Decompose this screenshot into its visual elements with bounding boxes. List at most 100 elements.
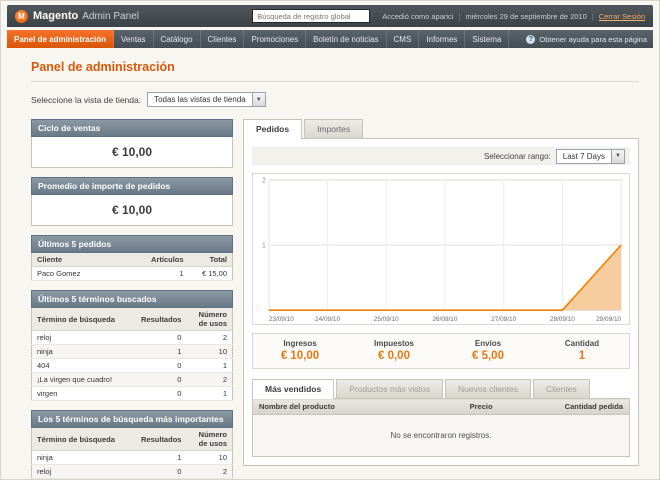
table-cell: ninja bbox=[31, 450, 137, 465]
page-content: Panel de administración Seleccione la vi… bbox=[7, 48, 653, 479]
svg-text:1: 1 bbox=[262, 243, 266, 250]
box-lifetime-sales: Ciclo de ventas € 10,00 bbox=[31, 119, 233, 168]
tab-nuevos-clientes[interactable]: Nuevos clientes bbox=[445, 379, 532, 398]
table-cell: 2 bbox=[186, 372, 233, 387]
store-view-label: Seleccione la vista de tienda: bbox=[31, 94, 142, 105]
table-cell: 0 bbox=[136, 358, 187, 373]
box-average-orders: Promedio de importe de pedidos € 10,00 bbox=[31, 177, 233, 226]
stat-label: Envíos bbox=[474, 339, 502, 348]
table-cell: Paco Gomez bbox=[31, 266, 137, 281]
table-cell: 0 bbox=[136, 386, 187, 401]
header-date: miércoles 29 de septiembre de 2010 bbox=[453, 12, 586, 21]
store-view-select[interactable]: Todas las vistas de tienda ▼ bbox=[147, 92, 266, 107]
table-cell: virgen bbox=[31, 386, 137, 401]
table-header-row: Cliente Artículos Total bbox=[31, 253, 233, 267]
box-top-search-terms: Los 5 términos de búsqueda más important… bbox=[31, 410, 233, 479]
help-icon: ? bbox=[526, 34, 536, 44]
svg-text:24/09/10: 24/09/10 bbox=[315, 316, 340, 323]
nav-item-cms[interactable]: CMS bbox=[387, 30, 420, 48]
svg-text:23/09/10: 23/09/10 bbox=[269, 316, 294, 323]
orders-chart-svg: 1 2 23/09/10 24/09/10 25/09/10 26/09/10 27/09/… bbox=[262, 177, 622, 323]
range-selector-row: Seleccionar rango: Last 7 Days ▼ bbox=[252, 147, 630, 165]
table-cell: 1 bbox=[136, 266, 189, 281]
range-select[interactable]: Last 7 Days ▼ bbox=[555, 148, 625, 164]
table-header-row: Nombre del producto Precio Cantidad pedida bbox=[252, 398, 630, 415]
column-header: Término de búsqueda bbox=[31, 308, 137, 331]
tab-pedidos[interactable]: Pedidos bbox=[243, 119, 303, 139]
nav-item-boletin[interactable]: Boletín de noticias bbox=[306, 30, 387, 48]
table-row[interactable]: Paco Gomez 1 € 15,00 bbox=[31, 266, 233, 281]
nav-item-clientes[interactable]: Clientes bbox=[201, 30, 245, 48]
page-help-link[interactable]: ? Obtener ayuda para esta página bbox=[526, 30, 647, 48]
nav-item-catalogo[interactable]: Catálogo bbox=[154, 30, 201, 48]
table-cell: 2 bbox=[186, 464, 233, 479]
table-row[interactable]: 404 0 1 bbox=[31, 358, 233, 373]
column-header: Término de búsqueda bbox=[31, 428, 137, 451]
stat-value: € 0,00 bbox=[378, 350, 410, 362]
table-row[interactable]: reloj 0 2 bbox=[31, 464, 233, 479]
chevron-down-icon: ▼ bbox=[251, 93, 265, 106]
header-user-area: Accedió como aparici miércoles 29 de sep… bbox=[382, 12, 645, 21]
svg-text:25/09/10: 25/09/10 bbox=[374, 316, 399, 323]
table-row[interactable]: reloj 0 2 bbox=[31, 330, 233, 345]
column-header: Cliente bbox=[31, 253, 137, 267]
nav-item-informes[interactable]: Informes bbox=[419, 30, 466, 48]
tab-mas-vendidos[interactable]: Más vendidos bbox=[252, 379, 335, 399]
range-label: Seleccionar rango: bbox=[484, 151, 551, 161]
stat-cantidad: Cantidad 1 bbox=[535, 339, 629, 362]
page-title: Panel de administración bbox=[31, 56, 639, 82]
svg-text:26/09/10: 26/09/10 bbox=[432, 316, 457, 323]
table-row[interactable]: ¡La virgen que cuadro!02 bbox=[31, 372, 233, 387]
last-search-terms-table: Término de búsqueda Resultados Número de u… bbox=[31, 308, 233, 401]
svg-text:27/09/10: 27/09/10 bbox=[491, 316, 516, 323]
stat-label: Ingresos bbox=[283, 339, 317, 348]
tab-importes[interactable]: Importes bbox=[304, 119, 364, 138]
table-cell: € 15,00 bbox=[188, 266, 233, 281]
nav-item-promociones[interactable]: Promociones bbox=[244, 30, 307, 48]
dashboard-main: Pedidos Importes Seleccionar rango: Last… bbox=[243, 119, 639, 479]
tab-clientes[interactable]: Clientes bbox=[533, 379, 590, 398]
box-last-search-terms-title: Últimos 5 términos buscados bbox=[31, 290, 233, 308]
table-cell: 1 bbox=[136, 450, 187, 465]
top-header: M Magento Admin Panel Accedió como apari… bbox=[7, 5, 653, 27]
table-cell: 1 bbox=[186, 386, 233, 401]
dashboard-sidebar: Ciclo de ventas € 10,00 Promedio de impo… bbox=[31, 119, 233, 479]
lifetime-sales-value: € 10,00 bbox=[31, 137, 233, 168]
brand-suffix: Admin Panel bbox=[82, 10, 139, 22]
column-header: Resultados bbox=[136, 308, 187, 331]
brand-name: Magento bbox=[33, 10, 79, 22]
totals-bar: Ingresos € 10,00 Impuestos € 0,00 Envíos… bbox=[252, 333, 630, 369]
diagram-tabs: Pedidos Importes bbox=[243, 119, 639, 139]
last-orders-table: Cliente Artículos Total Paco Gomez 1 € 15,00 bbox=[31, 253, 233, 281]
magento-admin-window: M Magento Admin Panel Accedió como apari… bbox=[0, 0, 660, 480]
stat-label: Impuestos bbox=[373, 339, 414, 348]
table-cell: 10 bbox=[186, 450, 233, 465]
stat-envios: Envíos € 5,00 bbox=[441, 339, 535, 362]
main-nav: Panel de administración Ventas Catálogo … bbox=[7, 30, 653, 48]
logout-link[interactable]: Cerrar Sesión bbox=[587, 12, 645, 21]
svg-text:29/09/10: 29/09/10 bbox=[596, 316, 621, 323]
nav-item-ventas[interactable]: Ventas bbox=[114, 30, 154, 48]
table-cell: 10 bbox=[186, 344, 233, 359]
nav-item-dashboard[interactable]: Panel de administración bbox=[7, 30, 115, 48]
stat-impuestos: Impuestos € 0,00 bbox=[347, 339, 441, 362]
table-row[interactable]: ninja 1 10 bbox=[31, 344, 233, 359]
table-cell: ¡La virgen que cuadro! bbox=[31, 372, 137, 387]
stat-label: Cantidad bbox=[564, 339, 600, 348]
table-row[interactable]: ninja 1 10 bbox=[31, 450, 233, 465]
column-header: Número de usos bbox=[186, 428, 233, 451]
nav-item-sistema[interactable]: Sistema bbox=[465, 30, 510, 48]
tab-productos-mas-vistos[interactable]: Productos más vistos bbox=[336, 379, 443, 398]
table-cell: 1 bbox=[136, 344, 187, 359]
box-top-search-terms-title: Los 5 términos de búsqueda más important… bbox=[31, 410, 233, 428]
table-cell: 404 bbox=[31, 358, 137, 373]
box-last-search-terms: Últimos 5 términos buscados Término de b… bbox=[31, 290, 233, 401]
box-last-orders: Últimos 5 pedidos Cliente Artículos Total P… bbox=[31, 235, 233, 281]
global-search-input[interactable] bbox=[252, 9, 371, 23]
table-row[interactable]: virgen 0 1 bbox=[31, 386, 233, 401]
store-view-select-value: Todas las vistas de tienda bbox=[154, 95, 246, 104]
svg-text:2: 2 bbox=[262, 177, 266, 184]
table-cell: 1 bbox=[186, 358, 233, 373]
orders-chart: 1 2 23/09/10 24/09/10 25/09/10 26/09/10 27/09/… bbox=[252, 173, 630, 325]
box-average-orders-title: Promedio de importe de pedidos bbox=[31, 177, 233, 195]
